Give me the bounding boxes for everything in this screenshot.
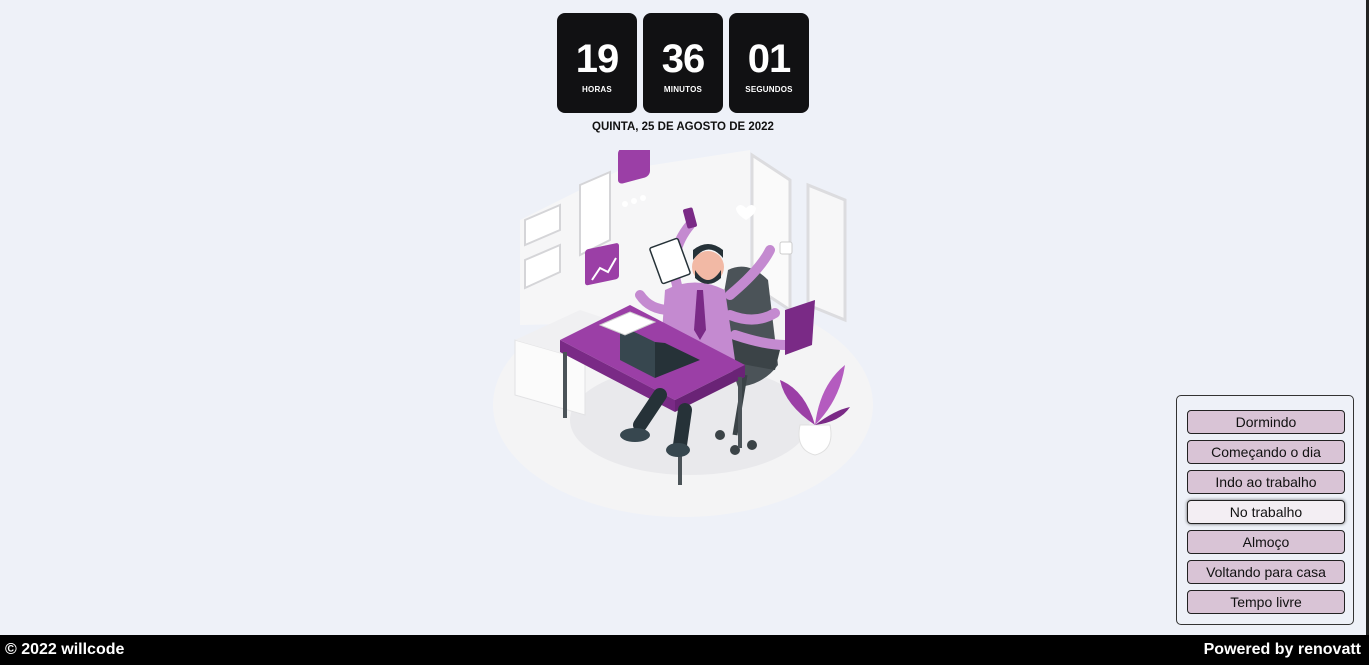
multitasking-illustration — [493, 150, 873, 517]
hours-value: 19 — [575, 37, 619, 81]
status-lunch-button[interactable]: Almoço — [1187, 530, 1345, 554]
status-starting-day-button[interactable]: Começando o dia — [1187, 440, 1345, 464]
seconds-tile: 01 SEGUNDOS — [729, 13, 809, 113]
copyright-text: © 2022 willcode — [5, 641, 125, 658]
coffee-cup — [779, 241, 793, 255]
status-free-time-button[interactable]: Tempo livre — [1187, 590, 1345, 614]
minutes-tile: 36 MINUTOS — [643, 13, 723, 113]
seconds-label: SEGUNDOS — [745, 85, 793, 94]
status-returning-home-button[interactable]: Voltando para casa — [1187, 560, 1345, 584]
footer: © 2022 willcode Powered by renovatt — [0, 635, 1369, 665]
window-right — [806, 182, 847, 323]
chart-card-icon — [585, 243, 619, 286]
seconds-value: 01 — [747, 37, 791, 81]
hours-tile: 19 HORAS — [557, 13, 637, 113]
current-date: QUINTA, 25 DE AGOSTO DE 2022 — [592, 121, 774, 133]
wall-frame — [579, 170, 611, 257]
minutes-label: MINUTOS — [663, 85, 703, 94]
status-at-work-button[interactable]: No trabalho — [1187, 500, 1345, 524]
hours-label: HORAS — [582, 85, 612, 94]
minutes-value: 36 — [661, 37, 705, 81]
status-going-to-work-button[interactable]: Indo ao trabalho — [1187, 470, 1345, 494]
status-panel: Dormindo Começando o dia Indo ao trabalh… — [1176, 395, 1354, 625]
clock: 19 HORAS 36 MINUTOS 01 SEGUNDOS — [557, 13, 809, 113]
powered-by-text: Powered by renovatt — [1203, 641, 1361, 658]
status-sleeping-button[interactable]: Dormindo — [1187, 410, 1345, 434]
